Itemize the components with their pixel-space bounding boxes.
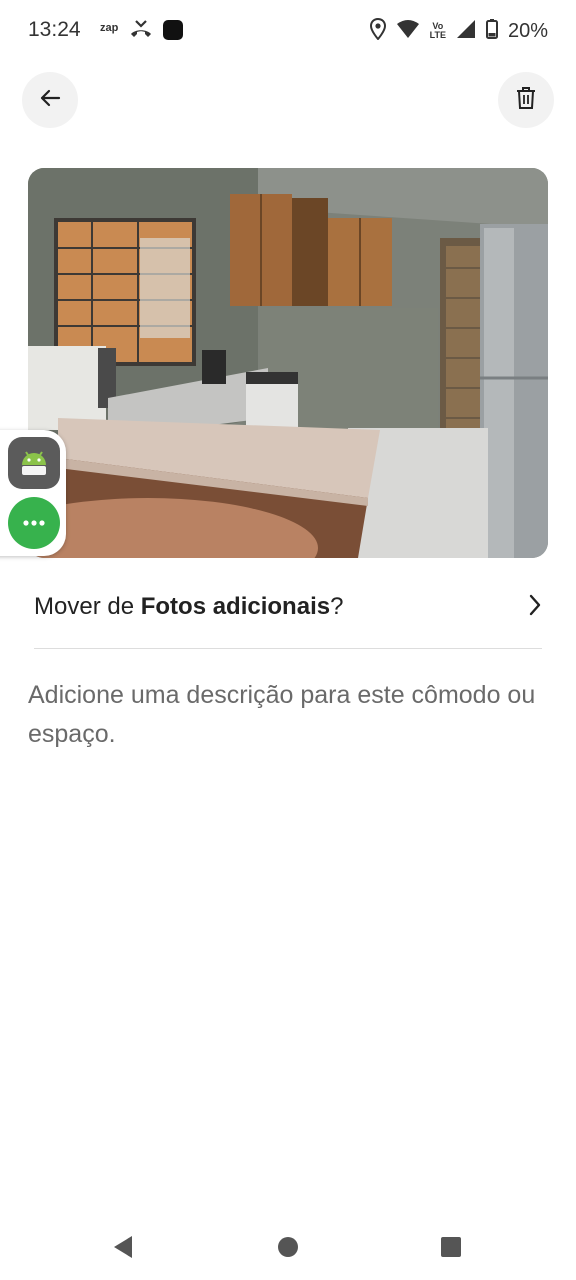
location-icon	[369, 17, 386, 45]
move-photo-label: Mover de Fotos adicionais?	[34, 593, 343, 621]
battery-percentage: 20%	[507, 19, 548, 42]
nav-recents-button[interactable]	[440, 1234, 462, 1265]
back-button[interactable]	[22, 72, 78, 128]
trash-icon	[515, 86, 537, 115]
zap-notification-icon: zap	[100, 22, 119, 34]
cell-signal-icon	[456, 19, 476, 44]
more-options-bubble-button[interactable]	[8, 497, 60, 549]
status-time: 13:24	[28, 18, 81, 41]
nav-home-button[interactable]	[277, 1234, 299, 1265]
square-recents-icon	[441, 1237, 461, 1257]
status-bar: 13:24 zap Vo LTE 20%	[0, 0, 576, 62]
android-bubble-button[interactable]	[8, 437, 60, 489]
circle-home-icon	[278, 1237, 298, 1257]
album-name: Fotos adicionais	[140, 593, 331, 620]
nav-back-button[interactable]	[112, 1234, 134, 1265]
room-photo	[28, 168, 548, 558]
triangle-back-icon	[114, 1236, 132, 1258]
move-photo-row[interactable]: Mover de Fotos adicionais?	[34, 584, 542, 649]
missed-call-icon	[128, 18, 154, 47]
move-suffix: ?	[330, 593, 344, 620]
arrow-left-icon	[38, 86, 62, 115]
app-notification-icon	[162, 18, 184, 47]
system-nav-bar	[0, 1218, 576, 1280]
delete-photo-button[interactable]	[498, 72, 554, 128]
status-icons: Vo LTE 20%	[369, 17, 548, 45]
battery-icon	[485, 18, 498, 44]
chevron-right-icon	[528, 594, 542, 621]
volte-icon: Vo LTE	[430, 22, 446, 40]
wifi-icon	[396, 19, 420, 44]
move-prefix: Mover de	[34, 593, 141, 620]
volte-bottom-label: LTE	[429, 30, 446, 40]
kitchen-photo-illustration	[28, 168, 548, 558]
android-icon	[16, 443, 52, 484]
more-dots-icon	[22, 514, 46, 532]
room-description-field[interactable]: Adicione uma descrição para este cômodo …	[28, 676, 538, 754]
